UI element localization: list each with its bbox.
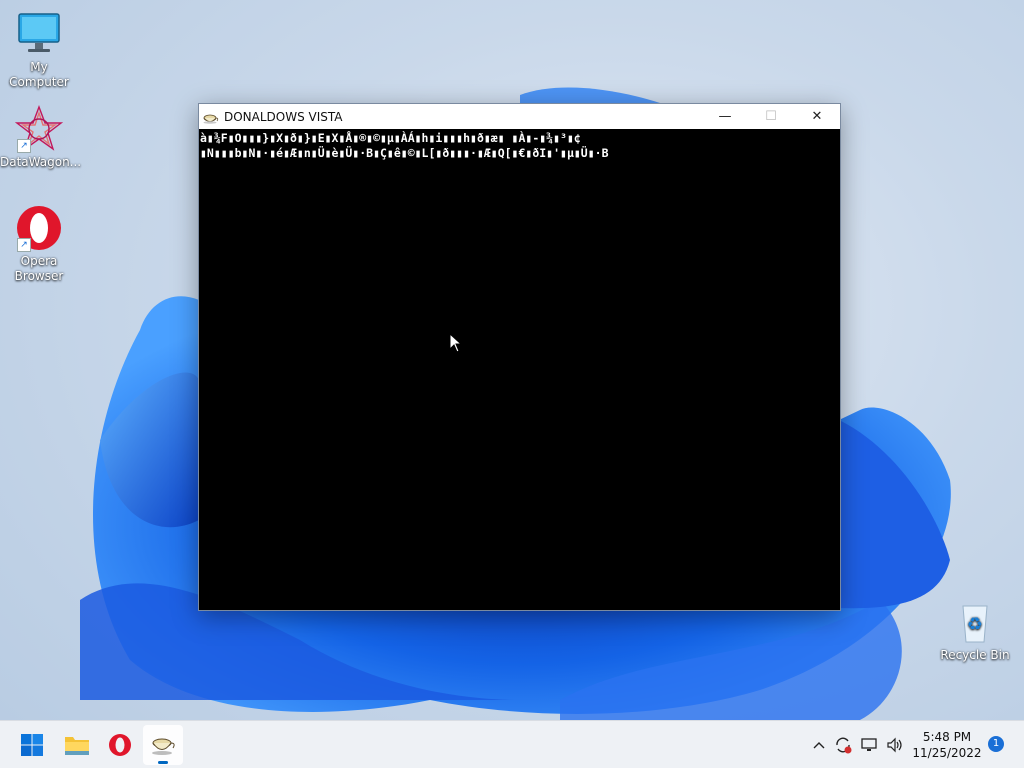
desktop-icon-my-computer[interactable]: My Computer: [0, 10, 78, 90]
desktop-icon-label: Opera Browser: [14, 254, 64, 283]
console-line: ▮N▮▮▮b▮N▮·▮é▮Æ▮n▮Ü▮è▮Ü▮·B▮Ç▮ê▮©▮L[▮ð▮▮▮·…: [200, 146, 609, 160]
desktop-icon-opera[interactable]: ↗ Opera Browser: [0, 204, 78, 284]
shortcut-arrow-icon: ↗: [17, 238, 31, 252]
taskbar-opera[interactable]: [100, 725, 140, 765]
taskbar: 5:48 PM 11/25/2022: [0, 720, 1024, 768]
window-title: DONALDOWS VISTA: [224, 109, 343, 124]
datawagon-logo-icon: ↗: [14, 105, 64, 153]
teacup-icon: [152, 738, 175, 755]
opera-icon: [109, 734, 131, 756]
maximize-button[interactable]: ☐: [748, 104, 794, 129]
window-titlebar[interactable]: DONALDOWS VISTA — ☐ ✕: [199, 104, 840, 129]
shortcut-arrow-icon: ↗: [17, 139, 31, 153]
taskbar-file-explorer[interactable]: [57, 725, 97, 765]
desktop-icon-label: My Computer: [9, 60, 69, 89]
monitor-icon: [15, 10, 63, 58]
system-tray: [808, 721, 906, 768]
desktop-icon-label: Recycle Bin: [940, 648, 1010, 662]
teacup-icon: [203, 109, 219, 125]
volume-icon[interactable]: [884, 734, 906, 756]
notification-badge[interactable]: 1: [988, 736, 1004, 752]
opera-icon: ↗: [15, 204, 63, 252]
desktop-icon-datawagon[interactable]: ↗ DataWagon...: [0, 105, 82, 170]
desktop-icon-recycle-bin[interactable]: ♻ Recycle Bin: [936, 598, 1014, 663]
folder-icon: [65, 737, 89, 755]
sync-icon[interactable]: [832, 734, 854, 756]
running-indicator: [158, 761, 168, 764]
console-window[interactable]: DONALDOWS VISTA — ☐ ✕ à▮¾F▮O▮▮▮}▮X▮ð▮}▮E…: [198, 103, 841, 611]
chevron-up-icon[interactable]: [808, 734, 830, 756]
clock-time: 5:48 PM: [922, 730, 972, 744]
desktop-icon-label: DataWagon...: [0, 155, 82, 169]
start-button[interactable]: [12, 725, 52, 765]
close-button[interactable]: ✕: [794, 104, 840, 129]
recycle-bin-icon: ♻: [951, 598, 999, 646]
console-output[interactable]: à▮¾F▮O▮▮▮}▮X▮ð▮}▮E▮X▮Å▮®▮©▮µ▮ÀÁ▮h▮i▮▮▮h▮…: [199, 129, 840, 610]
taskbar-donaldows-vista[interactable]: [143, 725, 183, 765]
mouse-cursor-icon: [449, 333, 463, 353]
console-line: à▮¾F▮O▮▮▮}▮X▮ð▮}▮E▮X▮Å▮®▮©▮µ▮ÀÁ▮h▮i▮▮▮h▮…: [200, 131, 581, 145]
taskbar-clock[interactable]: 5:48 PM 11/25/2022: [912, 729, 982, 761]
windows-logo-icon: [21, 734, 43, 756]
network-icon[interactable]: [858, 734, 880, 756]
minimize-button[interactable]: —: [702, 104, 748, 129]
clock-date: 11/25/2022: [912, 746, 982, 760]
svg-text:♻: ♻: [967, 614, 983, 635]
